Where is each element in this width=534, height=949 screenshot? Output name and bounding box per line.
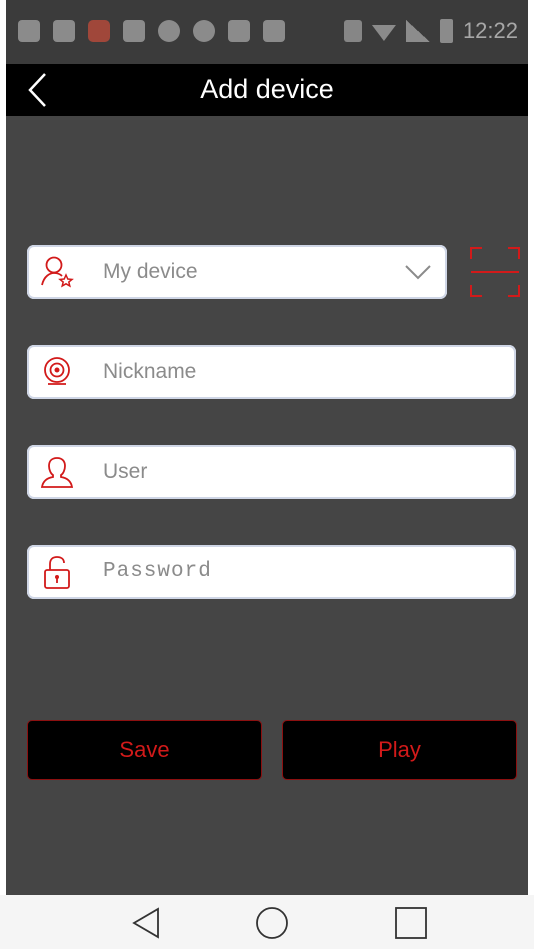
play-button[interactable]: Play	[282, 720, 517, 780]
app-notification-icon	[88, 20, 110, 42]
status-bar: 12:22	[6, 0, 528, 64]
user-star-icon	[41, 256, 74, 288]
device-select[interactable]: My device	[27, 245, 447, 299]
chat-icon	[228, 20, 250, 42]
lock-icon	[44, 556, 70, 589]
app-screen: 12:22 Add device My device Nickname User…	[6, 0, 528, 949]
bluetooth-icon	[343, 20, 362, 42]
message-icon	[18, 20, 40, 42]
phone-icon	[193, 20, 215, 42]
user-input[interactable]	[103, 460, 423, 484]
user-icon	[40, 457, 74, 488]
nickname-field[interactable]	[27, 345, 516, 399]
password-input[interactable]	[103, 560, 423, 583]
mail-icon	[53, 20, 75, 42]
alert-icon	[263, 20, 285, 42]
wifi-icon	[371, 25, 396, 41]
notification-icons	[18, 20, 285, 42]
nav-home-icon[interactable]	[254, 905, 290, 941]
device-select-value: My device	[103, 260, 198, 283]
page-title: Add device	[200, 74, 334, 104]
user-field[interactable]	[27, 445, 516, 499]
qr-scan-icon[interactable]	[469, 246, 521, 298]
nav-recents-icon[interactable]	[393, 905, 429, 941]
battery-icon	[439, 19, 453, 43]
save-button[interactable]: Save	[27, 720, 262, 780]
password-field[interactable]	[27, 545, 516, 599]
signal-icon	[405, 20, 430, 42]
system-status: 12:22	[343, 18, 518, 44]
nav-back-icon[interactable]	[128, 905, 164, 941]
status-time: 12:22	[462, 18, 518, 43]
chevron-down-icon[interactable]	[403, 257, 433, 287]
title-bar: Add device	[6, 64, 528, 116]
navigation-bar	[0, 895, 534, 949]
nickname-input[interactable]	[103, 360, 423, 384]
camera-icon	[44, 357, 70, 385]
image-icon	[123, 20, 145, 42]
skype-icon	[158, 20, 180, 42]
